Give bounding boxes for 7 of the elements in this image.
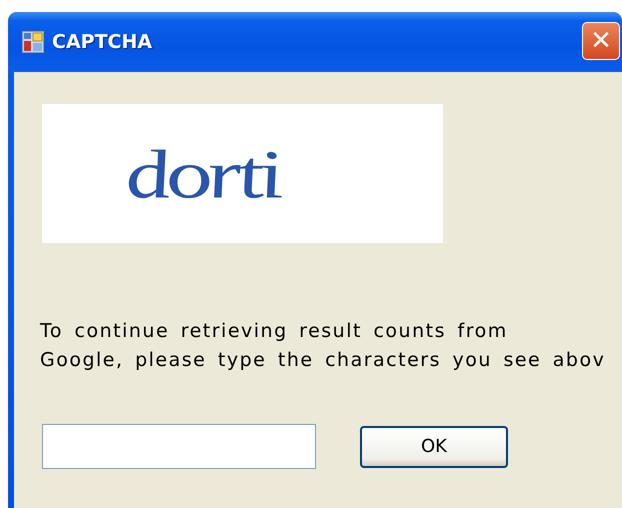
message-text: To continue retrieving result counts from [40, 319, 509, 344]
window-title: CAPTCHA [52, 31, 152, 53]
message-text: Google, please type the characters you see abov [40, 348, 606, 373]
captcha-text: dorti [118, 139, 284, 208]
answer-field[interactable] [42, 424, 316, 469]
ok-button[interactable]: OK [360, 426, 508, 468]
app-icon [22, 31, 44, 53]
